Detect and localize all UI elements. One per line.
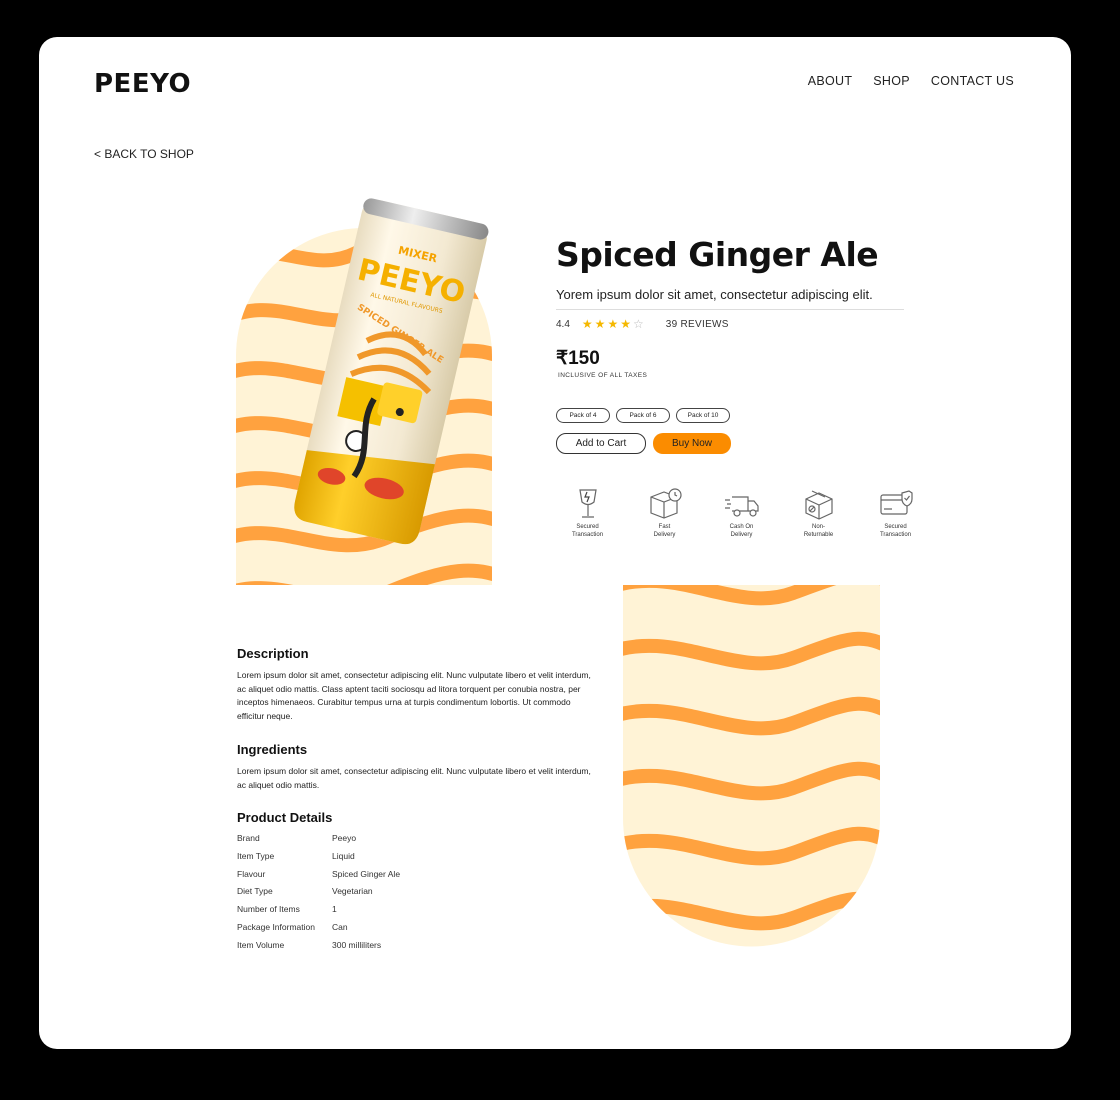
product-details-section: Product Details [237,810,332,825]
product-title: Spiced Ginger Ale [556,235,879,274]
reviews-link[interactable]: 39 REVIEWS [666,319,729,330]
detail-row: Item Type Liquid [237,850,355,861]
product-details-table: Brand Peeyo Item Type Liquid Flavour Spiced… [237,833,400,958]
feature-label: Fast Delivery [653,524,676,538]
feature-label: Cash On Delivery [729,524,754,538]
feature-item: Non- Returnable [780,487,857,539]
product-details-heading: Product Details [237,810,333,825]
feature-item: Secured Transaction [549,487,626,539]
description-heading: Description [237,646,309,661]
star-icon: ★ [581,317,593,331]
star-icon: ★ [607,317,619,331]
description-text: Lorem ipsum dolor sit amet, consectetur … [237,670,591,721]
detail-row: Number of Items 1 [237,904,337,915]
main-nav: ABOUT SHOP CONTACT US [808,74,1014,88]
nav-contact-us[interactable]: CONTACT US [931,74,1014,88]
detail-row: Package Information Can [237,921,348,932]
price: ₹150 [556,348,600,369]
feature-label: Secured Transaction [879,524,912,538]
pack-options: Pack of 4 Pack of 6 Pack of 10 [556,408,730,423]
nav-shop[interactable]: SHOP [873,74,910,88]
star-icon: ★ [594,317,606,331]
price-note: INCLUSIVE OF ALL TAXES [558,372,648,379]
action-buttons: Add to Cart Buy Now [556,433,731,454]
feature-label: Secured Transaction [571,524,604,538]
pack-option-4[interactable]: Pack of 4 [556,408,610,423]
detail-row: Item Volume 300 milliliters [237,939,382,950]
divider [556,309,904,310]
add-to-cart-button[interactable]: Add to Cart [556,433,646,454]
feature-item: Fast Delivery [626,487,703,539]
brand-logo[interactable]: PEEYO [94,69,191,99]
box-clock-icon [649,488,682,519]
ingredients-text: Lorem ipsum dolor sit amet, consectetur … [237,766,591,790]
star-rating: ★ ★ ★ ★ ☆ [582,317,644,331]
nav-about[interactable]: ABOUT [808,74,853,88]
glass-icon [578,489,597,518]
star-icon: ★ [620,317,631,331]
star-empty-icon: ☆ [632,317,644,331]
ingredients-section: Ingredients Lorem ipsum dolor sit amet, … [237,742,597,792]
buy-now-button[interactable]: Buy Now [653,433,731,454]
detail-row: Diet Type Vegetarian [237,886,373,897]
pack-option-6[interactable]: Pack of 6 [616,408,670,423]
pack-option-10[interactable]: Pack of 10 [676,408,730,423]
feature-item: Secured Transaction [857,487,934,539]
product-tagline: Yorem ipsum dolor sit amet, consectetur … [556,287,873,302]
secure-card-icon [879,490,913,515]
rating-value: 4.4 [556,318,570,330]
back-to-shop-link[interactable]: < BACK TO SHOP [94,147,194,161]
feature-item: Cash On Delivery [703,487,780,539]
delivery-truck-icon [724,496,759,517]
product-page: PEEYO ABOUT SHOP CONTACT US < BACK TO SH… [39,37,1071,1049]
detail-row: Brand Peeyo [237,833,357,843]
description-section: Description Lorem ipsum dolor sit amet, … [237,646,597,723]
ingredients-heading: Ingredients [237,742,308,757]
rating-row: 4.4 ★ ★ ★ ★ ☆ 39 REVIEWS [556,317,729,331]
wave-pattern-arch-bottom [623,585,880,947]
return-box-icon [804,490,833,520]
feature-label: Non- Returnable [803,524,834,538]
feature-list: Secured Transaction Fast Delivery Cash O… [549,487,934,539]
detail-row: Flavour Spiced Ginger Ale [237,868,401,879]
